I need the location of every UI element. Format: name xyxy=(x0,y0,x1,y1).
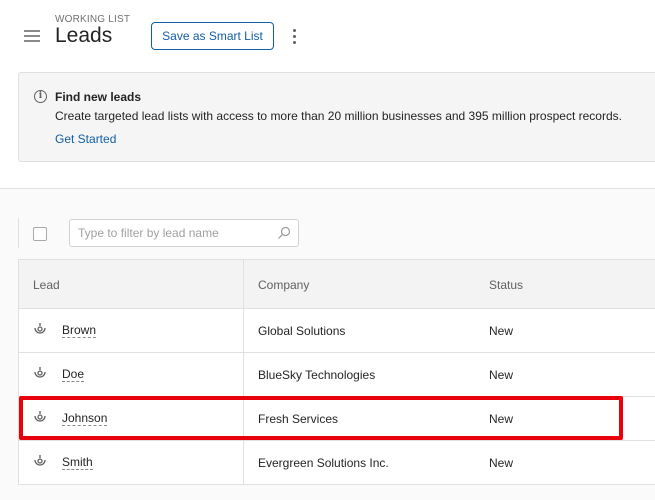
column-header-company[interactable]: Company xyxy=(258,278,309,292)
lead-icon xyxy=(34,323,46,334)
lead-icon xyxy=(34,411,46,422)
column-separator xyxy=(243,441,244,484)
lead-name-link[interactable]: Smith xyxy=(62,456,93,470)
page-title: Leads xyxy=(55,24,113,47)
company-cell: Global Solutions xyxy=(258,324,346,338)
table-row[interactable]: Smith Evergreen Solutions Inc. New xyxy=(18,441,655,485)
filter-box xyxy=(69,219,299,247)
save-as-smart-list-button[interactable]: Save as Smart List xyxy=(151,22,274,50)
toolbar-separator xyxy=(18,218,19,248)
table-row[interactable]: Doe BlueSky Technologies New xyxy=(18,353,655,397)
column-separator xyxy=(243,353,244,396)
info-icon: i xyxy=(34,90,47,103)
page-header: WORKING LIST Leads Save as Smart List xyxy=(0,0,655,72)
get-started-link[interactable]: Get Started xyxy=(55,132,116,146)
banner-title: Find new leads xyxy=(55,90,142,104)
status-cell: New xyxy=(489,368,514,382)
company-cell: Evergreen Solutions Inc. xyxy=(258,456,389,470)
lead-icon xyxy=(34,455,46,466)
status-cell: New xyxy=(489,412,514,426)
more-options-icon[interactable] xyxy=(285,26,305,46)
lead-icon xyxy=(34,367,46,378)
column-separator xyxy=(243,309,244,352)
company-cell: Fresh Services xyxy=(258,412,339,426)
banner-description: Create targeted lead lists with access t… xyxy=(55,109,622,123)
hamburger-menu-icon[interactable] xyxy=(24,29,40,43)
lead-name-link[interactable]: Doe xyxy=(62,368,85,382)
table-header: Lead Company Status xyxy=(18,259,655,310)
status-cell: New xyxy=(489,456,514,470)
column-header-lead[interactable]: Lead xyxy=(33,278,60,292)
column-header-status[interactable]: Status xyxy=(489,278,523,292)
company-cell: BlueSky Technologies xyxy=(258,368,376,382)
lead-name-link[interactable]: Brown xyxy=(62,324,97,338)
find-leads-banner: i Find new leads Create targeted lead li… xyxy=(18,72,655,162)
column-separator xyxy=(243,260,244,310)
table-row[interactable]: Brown Global Solutions New xyxy=(18,309,655,353)
lead-name-link[interactable]: Johnson xyxy=(62,412,108,426)
column-separator xyxy=(243,397,244,440)
status-cell: New xyxy=(489,324,514,338)
table-row[interactable]: Johnson Fresh Services New xyxy=(18,397,655,441)
search-icon xyxy=(278,226,291,239)
filter-input[interactable] xyxy=(78,225,273,241)
select-all-checkbox[interactable] xyxy=(33,227,47,241)
